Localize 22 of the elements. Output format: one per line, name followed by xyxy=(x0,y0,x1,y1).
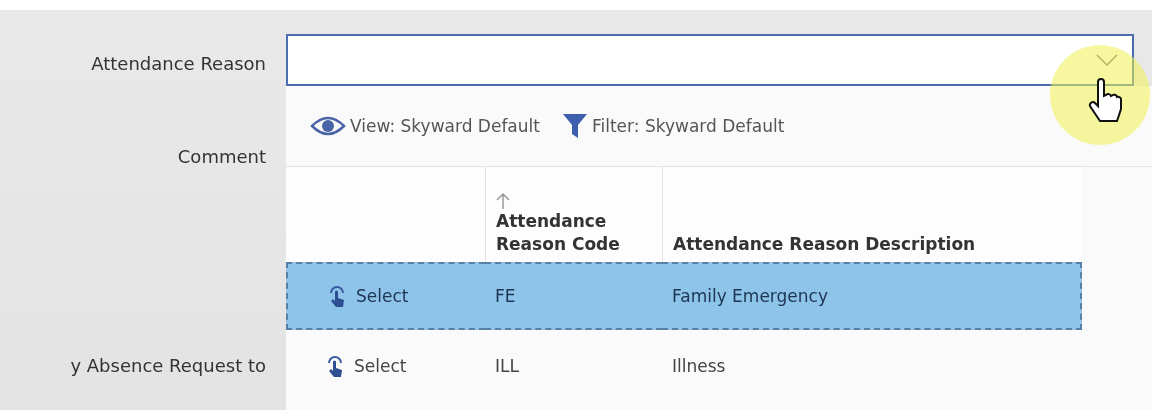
field-label: y Absence Request to xyxy=(70,354,266,378)
select-button[interactable]: Select xyxy=(326,354,407,378)
touch-icon xyxy=(326,354,344,378)
column-header[interactable]: Attendance Reason Code xyxy=(496,210,652,256)
filter-icon xyxy=(561,112,588,140)
table-cell: Family Emergency xyxy=(662,262,1082,330)
table-cell: FE xyxy=(485,262,662,330)
select-button[interactable]: Select xyxy=(328,284,409,308)
table-row[interactable]: Select xyxy=(286,330,485,402)
view-button[interactable]: View: Skyward Default xyxy=(310,116,540,136)
filter-button[interactable]: Filter: Skyward Default xyxy=(561,112,785,140)
touch-icon xyxy=(328,284,346,308)
table-cell-text: ILL xyxy=(494,355,520,378)
sort-up-icon xyxy=(496,192,510,211)
attendance-reason-dropdown[interactable] xyxy=(286,34,1134,86)
eye-icon xyxy=(310,116,346,136)
chevron-down-icon xyxy=(1096,54,1118,66)
table-row[interactable]: Select xyxy=(286,262,485,330)
field-label: Attendance Reason xyxy=(91,51,266,76)
table-cell-text: Illness xyxy=(671,355,727,378)
field-label: Comment xyxy=(177,144,266,169)
column-header[interactable]: Attendance Reason Description xyxy=(673,233,1072,256)
